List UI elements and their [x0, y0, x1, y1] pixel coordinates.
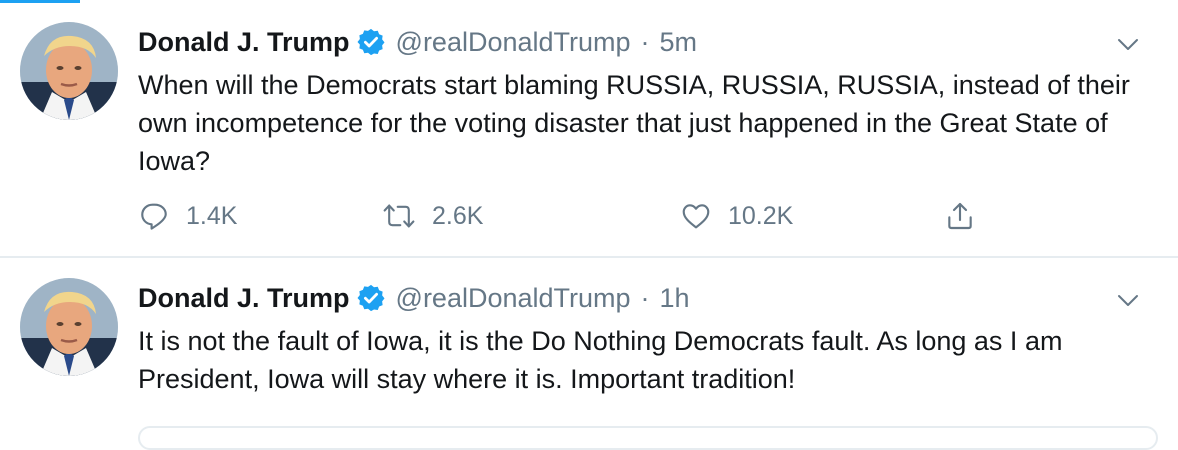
author-handle[interactable]: @realDonaldTrump [396, 283, 631, 314]
author-name[interactable]: Donald J. Trump [138, 283, 350, 314]
timestamp[interactable]: 1h [660, 283, 690, 314]
tweet-text: It is not the fault of Iowa, it is the D… [138, 326, 1063, 394]
tweet-actions: 1.4K 2.6K 10.2K [138, 196, 998, 236]
separator-dot: · [640, 282, 650, 313]
tweet-header: Donald J. Trump @realDonaldTrump · 1h [138, 278, 1158, 318]
author-handle[interactable]: @realDonaldTrump [396, 27, 631, 58]
chevron-down-icon[interactable] [1116, 288, 1140, 312]
avatar[interactable] [20, 278, 118, 376]
retweet-icon [382, 200, 416, 232]
retweet-button[interactable]: 2.6K [382, 196, 483, 236]
reply-icon [138, 200, 170, 232]
timestamp[interactable]: 5m [660, 27, 698, 58]
avatar[interactable] [20, 22, 118, 120]
tweet[interactable]: Donald J. Trump @realDonaldTrump · 1h It… [0, 258, 1178, 436]
author-name[interactable]: Donald J. Trump [138, 27, 350, 58]
verified-badge-icon [356, 283, 386, 313]
share-icon [944, 200, 976, 232]
chevron-down-icon[interactable] [1116, 32, 1140, 56]
separator-dot: · [640, 26, 650, 57]
reply-composer[interactable] [138, 426, 1158, 450]
like-count: 10.2K [728, 201, 794, 230]
retweet-count: 2.6K [432, 201, 484, 230]
reply-button[interactable]: 1.4K [138, 196, 237, 236]
tweet-header: Donald J. Trump @realDonaldTrump · 5m [138, 22, 1158, 62]
like-button[interactable]: 10.2K [680, 196, 793, 236]
tweet-text: When will the Democrats start blaming RU… [138, 70, 1130, 176]
like-icon [680, 200, 712, 232]
share-button[interactable] [944, 196, 976, 236]
reply-count: 1.4K [186, 201, 238, 230]
tweet[interactable]: Donald J. Trump @realDonaldTrump · 5m Wh… [0, 0, 1178, 258]
verified-badge-icon [356, 27, 386, 57]
tweet-feed: Donald J. Trump @realDonaldTrump · 5m Wh… [0, 0, 1178, 436]
